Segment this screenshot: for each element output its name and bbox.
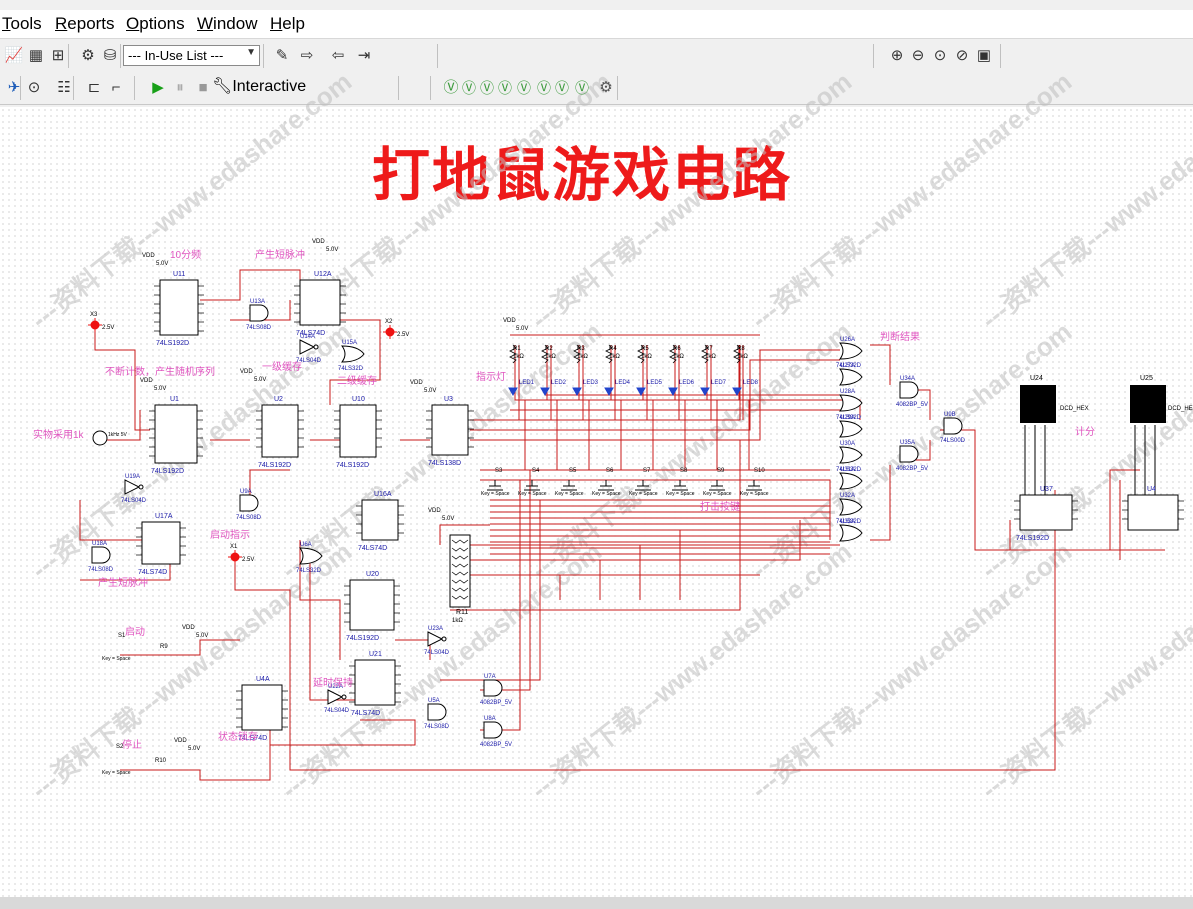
toolbar-separator <box>73 76 74 100</box>
instrument-icon[interactable]: Ⓥ <box>441 78 461 98</box>
toolbar-separator <box>20 76 21 100</box>
menu-label-rest: ptions <box>139 14 185 33</box>
menu-tools[interactable]: Tools <box>2 14 42 34</box>
instrument-icon[interactable]: Ⓥ <box>534 78 554 98</box>
instrument-icon[interactable]: Ⓥ <box>477 78 497 98</box>
menu-accelerator: O <box>126 14 140 33</box>
run-icon[interactable]: ▶ <box>148 78 168 98</box>
instrument-icon[interactable]: Ⓥ <box>495 78 515 98</box>
chevron-down-icon: ▼ <box>246 47 256 58</box>
menu-label-rest: indow <box>213 14 258 33</box>
menu-accelerator: T <box>2 14 11 33</box>
interactive-mode-button[interactable]: 🔧︎Interactive <box>212 76 306 96</box>
bus-icon[interactable]: ⊏ <box>84 78 104 98</box>
menu-window[interactable]: Window <box>197 14 257 34</box>
ladder-icon[interactable]: ☷ <box>54 78 74 98</box>
zoom-area-icon[interactable]: ⊙ <box>930 46 950 66</box>
toolbar-separator <box>68 44 69 68</box>
toolbar-separator <box>1000 44 1001 68</box>
instrument-icon[interactable]: Ⓥ <box>514 78 534 98</box>
annotate-icon[interactable]: ⇥ <box>354 46 374 66</box>
menu-label-rest: ools <box>10 14 42 33</box>
database-icon[interactable]: ⛁ <box>100 46 120 66</box>
menu-bar: Tools Reports Options Window Help <box>0 10 1193 39</box>
grapher-icon[interactable]: 📈 <box>4 46 24 66</box>
netlist-icon[interactable]: ⊞ <box>48 46 68 66</box>
in-use-list-value: --- In-Use List --- <box>128 48 224 63</box>
toolbar-separator <box>430 76 431 100</box>
menu-options[interactable]: Options <box>126 14 185 34</box>
toolbar-separator <box>873 44 874 68</box>
in-use-list-dropdown[interactable]: --- In-Use List --- ▼ <box>123 45 260 66</box>
instrument-icon[interactable]: Ⓥ <box>572 78 592 98</box>
wire-icon[interactable]: ⌐ <box>106 78 126 98</box>
component-wizard-icon[interactable]: ⚙ <box>78 46 98 66</box>
gear-icon[interactable]: ⚙ <box>596 78 616 98</box>
schematic-canvas[interactable] <box>0 107 1193 897</box>
horizontal-scrollbar[interactable] <box>0 897 1193 909</box>
toolbar-separator <box>134 76 135 100</box>
pause-icon[interactable]: ⏸ <box>170 78 190 98</box>
menu-accelerator: H <box>270 14 283 33</box>
menu-label-rest: eports <box>67 14 115 33</box>
interactive-label: Interactive <box>232 78 307 95</box>
menu-label-rest: elp <box>282 14 305 33</box>
back-annotate-icon[interactable]: ⇦ <box>328 46 348 66</box>
forward-annotate-icon[interactable]: ⇨ <box>297 46 317 66</box>
menu-help[interactable]: Help <box>270 14 305 34</box>
menu-reports[interactable]: Reports <box>55 14 115 34</box>
stop-icon[interactable]: ■ <box>193 78 213 98</box>
menu-accelerator: W <box>197 14 214 33</box>
probe-icon[interactable]: ✎ <box>272 46 292 66</box>
toolbar-separator <box>120 44 121 68</box>
toolbar-separator <box>263 44 264 68</box>
wrench-icon: 🔧︎ <box>212 78 233 95</box>
clip-icon[interactable]: ⊙ <box>24 78 44 98</box>
postprocessor-icon[interactable]: ▦ <box>26 46 46 66</box>
zoom-in-icon[interactable]: ⊕ <box>887 46 907 66</box>
toolbar-separator <box>398 76 399 100</box>
full-screen-icon[interactable]: ▣ <box>974 46 994 66</box>
schematic-title: 打地鼠游戏电路 <box>372 141 793 209</box>
instrument-icon[interactable]: Ⓥ <box>552 78 572 98</box>
place-probe-icon[interactable]: ✈ <box>4 78 24 98</box>
zoom-out-icon[interactable]: ⊖ <box>908 46 928 66</box>
zoom-fit-icon[interactable]: ⊘ <box>952 46 972 66</box>
toolbar-separator <box>437 44 438 68</box>
toolbar-separator <box>617 76 618 100</box>
instrument-icon[interactable]: Ⓥ <box>459 78 479 98</box>
menu-accelerator: R <box>55 14 68 33</box>
